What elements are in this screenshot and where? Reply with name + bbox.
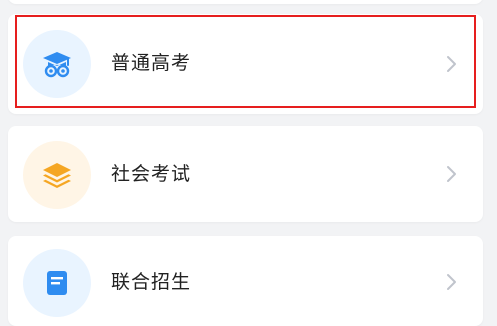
chevron-right-icon [447,166,456,182]
graduation-cap-icon [43,52,71,78]
menu-item-label: 普通高考 [111,52,192,74]
document-icon [47,271,67,295]
menu-item-label: 社会考试 [111,163,192,185]
chevron-right-icon [447,274,456,290]
layers-icon [43,163,71,188]
chevron-right-icon [447,56,456,72]
previous-card [8,0,483,4]
menu-item-gaokao[interactable]: 普通高考 [8,14,483,114]
gaokao-icon-badge [23,30,91,98]
menu-item-joint-enrollment[interactable]: 联合招生 [8,236,483,326]
joint-enrollment-icon-badge [23,249,91,317]
social-exam-icon-badge [23,141,91,209]
menu-item-social-exam[interactable]: 社会考试 [8,126,483,222]
menu-item-label: 联合招生 [111,271,192,293]
